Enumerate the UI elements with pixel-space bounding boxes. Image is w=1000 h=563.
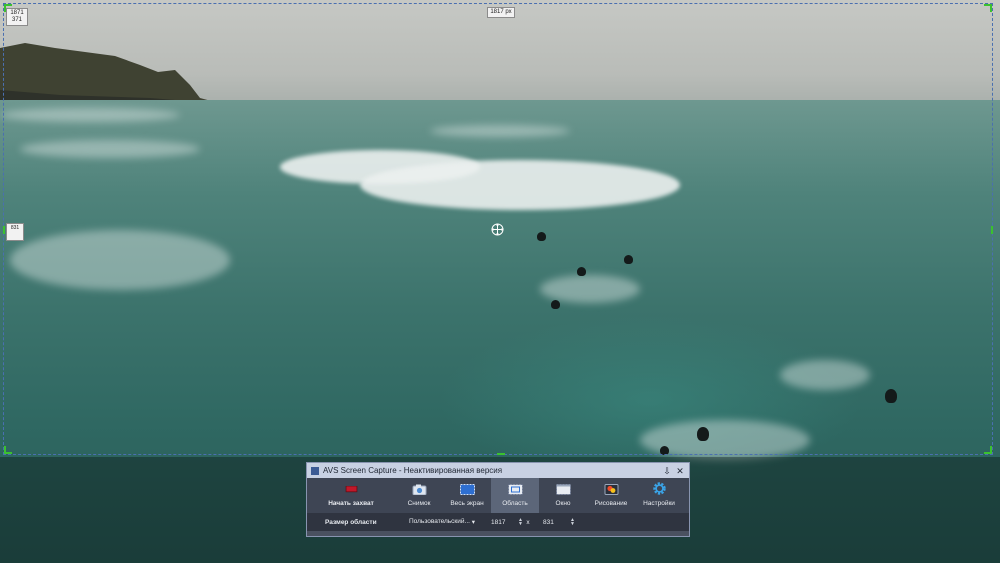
drawing-icon bbox=[604, 484, 618, 495]
window-icon bbox=[555, 484, 571, 495]
fullscreen-icon bbox=[459, 484, 475, 495]
height-spinner[interactable]: 831 ▲ ▼ bbox=[533, 518, 575, 527]
origin-x: 1871 bbox=[10, 10, 24, 16]
origin-y: 371 bbox=[11, 17, 22, 23]
chevron-down-icon: ▾ bbox=[471, 519, 475, 526]
minimize-icon[interactable]: ⇩ bbox=[662, 466, 672, 476]
close-icon[interactable]: ✕ bbox=[675, 466, 685, 476]
size-preset-select[interactable]: Пользовательский... ▾ bbox=[399, 518, 481, 526]
window-button[interactable]: Окно bbox=[539, 478, 587, 513]
region-width-readout: 1817 px bbox=[487, 7, 515, 18]
size-separator: x bbox=[526, 518, 530, 526]
resize-handle-bottom[interactable] bbox=[497, 453, 505, 455]
camera-icon bbox=[412, 484, 426, 495]
toolbar-tools-row: Начать захват Снимок Весь экран Область bbox=[307, 478, 689, 513]
start-capture-label: Начать захват bbox=[328, 500, 374, 507]
snapshot-label: Снимок bbox=[407, 500, 431, 507]
region-size-row: Размер области Пользовательский... ▾ 181… bbox=[307, 513, 689, 531]
height-label: 831 bbox=[10, 225, 20, 231]
region-label: Область bbox=[502, 500, 528, 507]
region-size-label: Размер области bbox=[325, 518, 377, 526]
move-icon[interactable] bbox=[491, 223, 504, 236]
region-height-readout: 831 bbox=[6, 223, 24, 241]
resize-handle-right[interactable] bbox=[991, 226, 993, 234]
avs-capture-toolbar[interactable]: AVS Screen Capture - Неактивированная ве… bbox=[306, 462, 690, 537]
fullscreen-button[interactable]: Весь экран bbox=[443, 478, 491, 513]
resize-handle-bottom-right[interactable] bbox=[984, 446, 992, 454]
width-label: 1817 px bbox=[490, 9, 512, 15]
resize-handle-top-right[interactable] bbox=[984, 4, 992, 12]
snapshot-button[interactable]: Снимок bbox=[395, 478, 443, 513]
region-icon bbox=[507, 484, 523, 495]
gear-icon bbox=[652, 482, 666, 495]
resize-handle-left[interactable] bbox=[3, 226, 5, 234]
record-icon bbox=[345, 486, 357, 493]
spinner-arrows-icon[interactable]: ▲ ▼ bbox=[570, 518, 575, 527]
resize-handle-bottom-left[interactable] bbox=[4, 446, 12, 454]
drawing-button[interactable]: Рисование bbox=[587, 478, 635, 513]
settings-label: Настройки bbox=[643, 500, 675, 507]
region-origin-readout: 1871 371 bbox=[6, 8, 28, 26]
height-value: 831 bbox=[543, 518, 554, 526]
settings-button[interactable]: Настройки bbox=[635, 478, 683, 513]
start-capture-button[interactable]: Начать захват bbox=[307, 478, 395, 513]
width-spinner[interactable]: 1817 ▲ ▼ bbox=[481, 518, 523, 527]
window-label: Окно bbox=[555, 500, 571, 507]
fullscreen-label: Весь экран bbox=[450, 500, 484, 507]
size-preset-value: Пользовательский... bbox=[409, 518, 470, 525]
toolbar-titlebar[interactable]: AVS Screen Capture - Неактивированная ве… bbox=[307, 463, 689, 478]
region-button[interactable]: Область bbox=[491, 478, 539, 513]
width-value: 1817 bbox=[491, 518, 506, 526]
app-icon bbox=[311, 466, 319, 475]
drawing-label: Рисование bbox=[594, 500, 628, 507]
toolbar-title: AVS Screen Capture - Неактивированная ве… bbox=[323, 466, 503, 475]
